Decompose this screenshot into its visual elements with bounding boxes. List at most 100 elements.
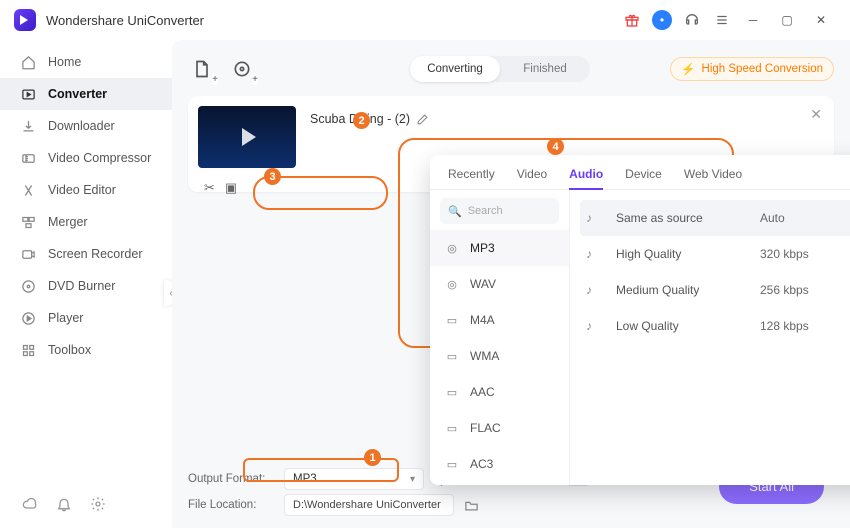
format-wma[interactable]: ▭WMA: [430, 338, 569, 374]
cloud-icon[interactable]: [22, 496, 38, 512]
tab-video[interactable]: Video: [517, 167, 547, 189]
sidebar-item-label: Video Compressor: [48, 151, 151, 165]
tab-audio[interactable]: Audio: [569, 167, 603, 189]
sidebar-item-merger[interactable]: Merger: [0, 206, 172, 238]
tab-finished[interactable]: Finished: [500, 56, 590, 82]
sidebar-item-label: Toolbox: [48, 343, 91, 357]
sidebar-item-compressor[interactable]: Video Compressor: [0, 142, 172, 174]
plus-icon: +: [252, 74, 258, 85]
sidebar-item-recorder[interactable]: Screen Recorder: [0, 238, 172, 270]
sidebar-item-home[interactable]: Home: [0, 46, 172, 78]
remove-item-button[interactable]: ✕: [810, 106, 822, 123]
add-dvd-button[interactable]: +: [228, 55, 256, 83]
quality-value: 320 kbps: [760, 247, 850, 261]
search-input[interactable]: 🔍 Search: [440, 198, 559, 224]
quality-list: ♪ Same as source Auto ♪ High Quality 320…: [570, 190, 850, 485]
format-mp3[interactable]: ◎ MP3: [430, 230, 569, 266]
sidebar-item-label: Player: [48, 311, 83, 325]
menu-icon[interactable]: [710, 8, 734, 32]
quality-high[interactable]: ♪ High Quality 320 kbps: [580, 236, 850, 272]
maximize-button[interactable]: ▢: [772, 8, 802, 32]
format-popup: Recently Video Audio Device Web Video 🔍 …: [430, 155, 850, 485]
sidebar-item-label: Converter: [48, 87, 107, 101]
close-button[interactable]: ✕: [806, 8, 836, 32]
search-placeholder: Search: [468, 205, 503, 217]
minimize-button[interactable]: ─: [738, 8, 768, 32]
sidebar-item-editor[interactable]: Video Editor: [0, 174, 172, 206]
open-folder-icon[interactable]: [464, 498, 479, 513]
main-panel: + + Converting Finished ⚡ High Speed Con…: [172, 40, 850, 528]
add-file-button[interactable]: +: [188, 55, 216, 83]
audio-icon: ◎: [444, 276, 460, 292]
sidebar-bottom: [0, 496, 172, 528]
sidebar-item-label: Video Editor: [48, 183, 116, 197]
converter-icon: [20, 86, 36, 102]
output-format-select[interactable]: MP3 ▾: [284, 468, 424, 490]
quality-label: High Quality: [616, 247, 746, 261]
file-location-label: File Location:: [188, 499, 274, 511]
audio-icon: ▭: [444, 312, 460, 328]
edit-title-icon[interactable]: [416, 113, 429, 126]
sidebar-item-label: Downloader: [48, 119, 115, 133]
quality-value: 128 kbps: [760, 319, 850, 333]
settings-icon[interactable]: [90, 496, 106, 512]
music-icon: ♪: [586, 283, 602, 297]
support-icon[interactable]: [680, 8, 704, 32]
dvd-icon: [20, 278, 36, 294]
format-label: MP3: [470, 241, 495, 255]
quality-medium[interactable]: ♪ Medium Quality 256 kbps: [580, 272, 850, 308]
annotation-3: 3: [264, 168, 281, 185]
format-m4a[interactable]: ▭M4A: [430, 302, 569, 338]
format-aiff[interactable]: ▭AIFF: [430, 482, 569, 485]
format-label: WAV: [470, 277, 496, 291]
tab-recently[interactable]: Recently: [448, 167, 495, 189]
tab-web-video[interactable]: Web Video: [684, 167, 742, 189]
crop-icon[interactable]: ▣: [225, 180, 237, 196]
sidebar-item-downloader[interactable]: Downloader: [0, 110, 172, 142]
video-thumbnail[interactable]: [198, 106, 296, 168]
titlebar: Wondershare UniConverter • ─ ▢ ✕: [0, 0, 850, 40]
chevron-down-icon: ▾: [410, 474, 415, 485]
sidebar-item-dvd[interactable]: DVD Burner: [0, 270, 172, 302]
tab-device[interactable]: Device: [625, 167, 662, 189]
audio-icon: ◎: [444, 240, 460, 256]
music-icon: ♪: [586, 319, 602, 333]
bolt-icon: ⚡: [681, 62, 695, 76]
gift-icon[interactable]: [620, 8, 644, 32]
sidebar-item-label: Home: [48, 55, 81, 69]
output-format-label: Output Format:: [188, 473, 274, 485]
quality-label: Same as source: [616, 211, 746, 225]
audio-icon: ▭: [444, 384, 460, 400]
format-flac[interactable]: ▭FLAC: [430, 410, 569, 446]
tab-converting[interactable]: Converting: [410, 56, 500, 82]
sidebar-item-toolbox[interactable]: Toolbox: [0, 334, 172, 366]
sidebar: Home Converter Downloader Video Compress…: [0, 40, 172, 528]
bell-icon[interactable]: [56, 496, 72, 512]
compressor-icon: [20, 150, 36, 166]
format-list: 🔍 Search ◎MP3 ◎WAV ▭M4A ▭WMA ▭AAC ▭FLAC …: [430, 190, 570, 485]
format-ac3[interactable]: ▭ AC3: [430, 446, 569, 482]
quality-same-as-source[interactable]: ♪ Same as source Auto: [580, 200, 850, 236]
account-icon[interactable]: •: [650, 8, 674, 32]
format-label: AAC: [470, 385, 495, 399]
trim-icon[interactable]: ✂: [204, 180, 215, 196]
format-wav[interactable]: ◎ WAV: [430, 266, 569, 302]
audio-icon: ▭: [444, 456, 460, 472]
quality-low[interactable]: ♪ Low Quality 128 kbps: [580, 308, 850, 344]
status-segment: Converting Finished: [410, 56, 590, 82]
sidebar-item-label: Merger: [48, 215, 88, 229]
search-icon: 🔍: [448, 205, 462, 218]
output-format-value: MP3: [293, 473, 317, 485]
audio-icon: ▭: [444, 348, 460, 364]
file-location-field[interactable]: D:\Wondershare UniConverter: [284, 494, 454, 516]
merger-icon: [20, 214, 36, 230]
annotation-1: 1: [364, 449, 381, 466]
format-label: AC3: [470, 457, 493, 471]
toolbox-icon: [20, 342, 36, 358]
high-speed-button[interactable]: ⚡ High Speed Conversion: [670, 57, 834, 81]
download-icon: [20, 118, 36, 134]
sidebar-item-player[interactable]: Player: [0, 302, 172, 334]
format-aac[interactable]: ▭ AAC: [430, 374, 569, 410]
sidebar-item-converter[interactable]: Converter: [0, 78, 172, 110]
popup-tabs: Recently Video Audio Device Web Video: [430, 159, 850, 190]
